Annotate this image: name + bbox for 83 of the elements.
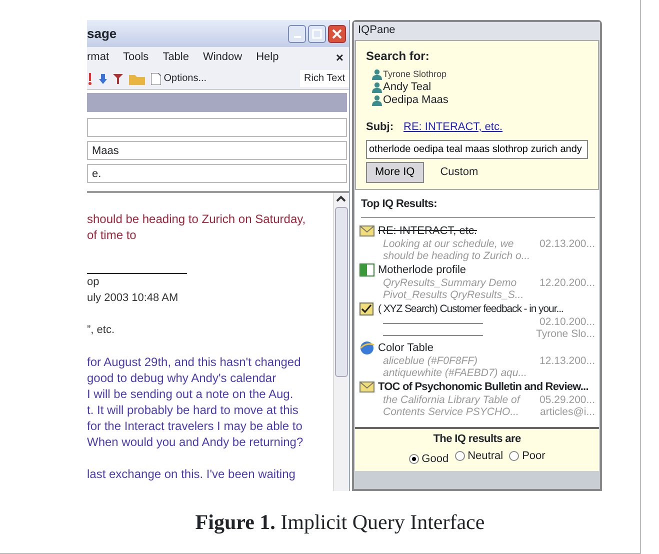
result-snippet: QryResults_Summary Demo [383, 278, 517, 290]
radio-label: Good [422, 452, 449, 466]
message-text: t. It will probably be hard to move at this [87, 402, 300, 418]
message-text: for August 29th, and this hasn't changed [87, 354, 302, 370]
result-meta: articles@i... [540, 406, 595, 418]
options-button[interactable]: Options... [151, 71, 207, 86]
result-title[interactable]: Color Table [378, 342, 434, 354]
result-title[interactable]: TOC of Psychonomic Bulletin and Review... [378, 381, 588, 393]
search-label: Search for: [366, 48, 430, 65]
window-title: sage [87, 24, 118, 43]
maximize-icon [312, 28, 322, 38]
flag-icon[interactable] [87, 72, 93, 84]
result-snippet: the California Library Table of [383, 395, 520, 406]
person-icon [372, 68, 382, 80]
menu-item[interactable]: rmat [87, 49, 109, 66]
close-document-button[interactable]: × [336, 48, 344, 68]
header-text: op [87, 275, 100, 290]
envelope-icon [359, 379, 375, 395]
scroll-thumb[interactable] [335, 207, 348, 377]
message-text: I will be sending out a note on the Aug. [87, 386, 294, 402]
radio-button[interactable] [454, 450, 465, 461]
radio-button[interactable] [408, 454, 419, 464]
close-icon [332, 28, 342, 38]
scrollbar[interactable] [333, 193, 349, 491]
menu-item[interactable]: Window [202, 49, 242, 66]
result-snippet: antiquewhite (#FAEBD7) aqu... [383, 368, 527, 379]
result-meta: Tyrone Slo... [536, 328, 595, 340]
arrow-down-icon[interactable] [99, 74, 107, 84]
menu-item[interactable]: Tools [123, 49, 149, 66]
pane-title: IQPane [354, 22, 600, 40]
document-icon [151, 72, 161, 84]
more-iq-button[interactable]: More IQ [366, 162, 424, 182]
radio-button[interactable] [509, 450, 520, 461]
message-text: should be heading to Zurich on Saturday, [87, 211, 307, 227]
format-field[interactable]: Rich Text [300, 70, 349, 87]
minimize-icon [294, 36, 300, 38]
filter-icon[interactable] [113, 74, 123, 84]
checkbox-icon [359, 301, 375, 317]
rating-prompt: The IQ results are [432, 432, 522, 447]
message-text: last exchange on this. I've been waiting [87, 466, 296, 482]
message-text: for the Interact travelers I may be able to [87, 418, 304, 434]
result-title[interactable]: Motherlode profile [378, 264, 466, 276]
spreadsheet-icon [359, 262, 375, 278]
result-title[interactable]: RE: INTERACT, etc. [378, 225, 478, 237]
message-text: When would you and Andy be returning? [87, 434, 304, 450]
result-meta: 02.10.200... [540, 317, 595, 328]
result-snippet: aliceblue (#F0F8FF) [383, 356, 478, 368]
header-text: uly 2003 10:48 AM [87, 291, 180, 306]
text-field[interactable]: Maas [87, 141, 347, 160]
result-snippet: Contents Service PSYCHO... [383, 406, 519, 418]
person-name[interactable]: Andy Teal [383, 80, 432, 94]
result-snippet: Looking at our schedule, we [383, 239, 514, 250]
person-icon [372, 82, 382, 93]
result-meta: 12.13.200... [540, 356, 595, 368]
figure-caption: Figure 1. Implicit Query Interface [194, 509, 486, 536]
globe-icon [359, 340, 375, 356]
query-field[interactable]: otherlode oedipa teal maas slothrop zurich andy [366, 140, 588, 160]
menu-item[interactable]: Table [162, 49, 189, 66]
header-text: ”, etc. [87, 323, 116, 338]
result-title[interactable]: ( XYZ Search) Customer feedback - in your... [378, 303, 564, 315]
text-field[interactable]: e. [87, 164, 347, 183]
person-name[interactable]: Tyrone Slothrop [383, 68, 447, 81]
close-button[interactable] [328, 24, 346, 42]
result-snippet: should be heading to Zurich o... [383, 250, 530, 262]
results-heading: Top IQ Results: [361, 196, 595, 218]
subject-label: Subj: [366, 120, 394, 135]
custom-link[interactable]: Custom [440, 164, 478, 180]
result-meta: 02.13.200... [540, 239, 595, 250]
minimize-button[interactable] [288, 24, 306, 42]
subject-link[interactable]: RE: INTERACT, etc. [404, 118, 503, 136]
text-field[interactable] [87, 118, 347, 137]
person-name[interactable]: Oedipa Maas [383, 94, 448, 107]
envelope-icon [359, 223, 375, 239]
maximize-button[interactable] [308, 24, 326, 42]
result-snippet: Pivot_Results QryResults_S... [383, 290, 524, 301]
result-meta: 12.20.200... [540, 278, 595, 290]
person-icon [372, 94, 382, 106]
result-meta: 05.29.200... [540, 395, 595, 406]
radio-label: Neutral [468, 448, 504, 464]
message-text: good to debug why Andy's calendar [87, 370, 278, 386]
radio-label: Poor [522, 448, 546, 464]
message-text: of time to [87, 227, 138, 243]
menu-item[interactable]: Help [256, 49, 279, 66]
